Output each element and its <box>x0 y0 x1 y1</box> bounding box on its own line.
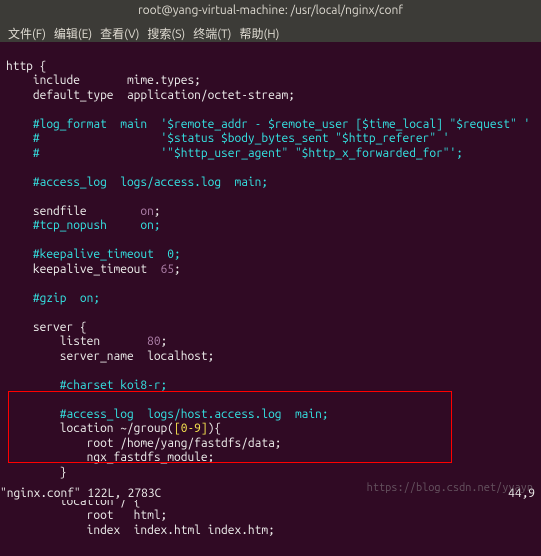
code-line: default_type application/octet-stream; <box>6 89 295 102</box>
menu-edit[interactable]: 编辑(E) <box>52 25 94 39</box>
code-comment: #charset koi8-r; <box>6 379 167 392</box>
code-line: http { <box>6 60 46 73</box>
code-comment: #access_log logs/host.access.log main; <box>6 408 329 421</box>
code-line: } <box>6 466 66 479</box>
code-line: sendfile on; <box>6 205 161 218</box>
code-line: root /home/yang/fastdfs/data; <box>6 437 282 450</box>
menu-search[interactable]: 搜索(S) <box>145 25 187 39</box>
vim-file-info: "nginx.conf" 122L, 2783C <box>0 487 161 500</box>
watermark: https://blog.csdn.net/yyayn <box>367 482 533 494</box>
terminal-content[interactable]: http { include mime.types; default_type … <box>0 42 541 556</box>
code-line: index index.html index.htm; <box>6 524 275 537</box>
code-comment: # '$status $body_bytes_sent "$http_refer… <box>6 132 450 145</box>
menu-file[interactable]: 文件(F) <box>6 25 48 39</box>
code-comment: #keepalive_timeout 0; <box>6 248 181 261</box>
code-comment: # '"$http_user_agent" "$http_x_forwarded… <box>6 147 463 160</box>
code-line: include mime.types; <box>6 74 201 87</box>
code-comment: #log_format main '$remote_addr - $remote… <box>6 118 530 131</box>
menu-view[interactable]: 查看(V) <box>98 25 141 39</box>
menubar: 文件(F) 编辑(E) 查看(V) 搜索(S) 终端(T) 帮助(H) <box>0 22 541 42</box>
code-line: keepalive_timeout 65; <box>6 263 181 276</box>
code-comment: #tcp_nopush on; <box>6 219 161 232</box>
code-line: server_name localhost; <box>6 350 214 363</box>
code-line: ngx_fastdfs_module; <box>6 451 214 464</box>
code-line: server { <box>6 321 87 334</box>
code-line: location ~/group([0-9]){ <box>6 422 221 435</box>
menu-help[interactable]: 帮助(H) <box>237 25 281 39</box>
code-comment: #access_log logs/access.log main; <box>6 176 268 189</box>
code-comment: #gzip on; <box>6 292 100 305</box>
menu-terminal[interactable]: 终端(T) <box>191 25 233 39</box>
code-line: listen 80; <box>6 335 167 348</box>
code-line: root html; <box>6 509 167 522</box>
window-titlebar: root@yang-virtual-machine: /usr/local/ng… <box>0 0 541 22</box>
title-text: root@yang-virtual-machine: /usr/local/ng… <box>138 4 403 17</box>
